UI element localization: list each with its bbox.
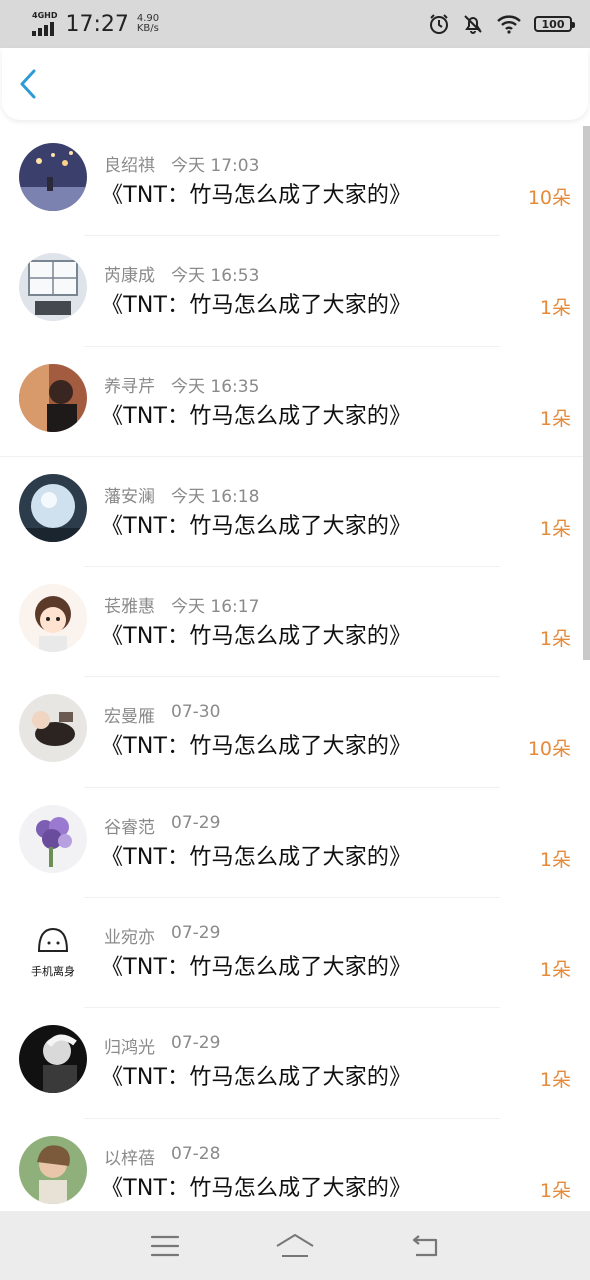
book-title: 《TNT：竹马怎么成了大家的》: [101, 183, 412, 208]
timestamp: 今天 16:17: [171, 597, 260, 618]
meta-line: 业宛亦 07-29: [104, 923, 220, 948]
alarm-icon: [430, 14, 448, 34]
network-label: 4GHD: [32, 11, 58, 20]
signal-icon: [32, 22, 54, 36]
list-item[interactable]: 谷睿范 07-29 《TNT：竹马怎么成了大家的》 1朵: [0, 788, 590, 899]
avatar[interactable]: [19, 804, 87, 873]
avatar[interactable]: [19, 584, 87, 653]
book-title: 《TNT：竹马怎么成了大家的》: [101, 1175, 412, 1201]
user-name: 宏曼雁: [104, 707, 155, 728]
user-name: 谷睿范: [104, 817, 155, 838]
avatar[interactable]: [19, 473, 87, 542]
book-title: 《TNT：竹马怎么成了大家的》: [101, 293, 412, 319]
clock: 17:27: [65, 11, 129, 37]
wifi-icon: [497, 15, 521, 34]
avatar[interactable]: 手机离身: [19, 915, 87, 984]
avatar[interactable]: [19, 363, 87, 432]
back-button[interactable]: [18, 66, 48, 102]
menu-icon: [150, 1235, 180, 1256]
timestamp: 07-30: [171, 702, 221, 723]
timestamp: 今天 16:53: [171, 266, 260, 287]
home-icon: [276, 1233, 314, 1257]
timestamp: 07-29: [171, 923, 221, 944]
user-name: 良绍祺: [104, 156, 155, 176]
book-title: 《TNT：竹马怎么成了大家的》: [101, 955, 412, 981]
flower-count: 1朵: [539, 297, 571, 320]
list-item[interactable]: 以梓蓓 07-28 《TNT：竹马怎么成了大家的》 1朵: [0, 1119, 590, 1211]
list-item[interactable]: 养寻芹 今天 16:35 《TNT：竹马怎么成了大家的》 1朵: [0, 347, 590, 457]
back-icon: [412, 1234, 438, 1256]
avatar[interactable]: [19, 694, 87, 763]
user-name: 养寻芹: [104, 376, 155, 397]
flower-count: 1朵: [539, 1069, 571, 1092]
user-name: 苌雅惠: [104, 597, 155, 618]
flower-count: 10朵: [527, 738, 571, 761]
user-name: 藩安澜: [104, 486, 155, 507]
avatar[interactable]: [19, 253, 87, 322]
user-name: 芮康成: [104, 266, 155, 287]
network-indicator: 4GHD: [32, 12, 57, 36]
speed-unit: KB/s: [136, 23, 159, 34]
gift-record-list: 良绍祺 今天 17:03 《TNT：竹马怎么成了大家的》 10朵 芮康成 今天 …: [0, 126, 590, 1211]
meta-line: 苌雅惠 今天 16:17: [104, 592, 259, 617]
battery-icon: 100: [534, 16, 575, 32]
flower-count: 1朵: [539, 628, 571, 651]
meta-line: 以梓蓓 07-28: [104, 1144, 220, 1169]
avatar[interactable]: [19, 143, 87, 211]
flower-count: 10朵: [527, 187, 571, 209]
list-item[interactable]: 良绍祺 今天 17:03 《TNT：竹马怎么成了大家的》 10朵: [0, 126, 590, 237]
timestamp: 07-29: [171, 1033, 221, 1054]
meta-line: 归鸿光 07-29: [104, 1033, 220, 1058]
book-title: 《TNT：竹马怎么成了大家的》: [101, 844, 412, 870]
list-item[interactable]: 宏曼雁 07-30 《TNT：竹马怎么成了大家的》 10朵: [0, 677, 590, 788]
meta-line: 良绍祺 今天 17:03: [104, 151, 259, 176]
list-item[interactable]: 苌雅惠 今天 16:17 《TNT：竹马怎么成了大家的》 1朵: [0, 567, 590, 678]
book-title: 《TNT：竹马怎么成了大家的》: [101, 734, 412, 760]
book-title: 《TNT：竹马怎么成了大家的》: [101, 624, 412, 650]
timestamp: 今天 16:35: [171, 376, 260, 397]
network-speed: 4.90 KB/s: [136, 13, 159, 35]
book-title: 《TNT：竹马怎么成了大家的》: [101, 403, 412, 429]
timestamp: 07-29: [171, 812, 221, 833]
scrollbar[interactable]: [583, 126, 590, 660]
user-name: 归鸿光: [104, 1038, 155, 1059]
avatar[interactable]: [19, 1025, 87, 1094]
menu-button[interactable]: [135, 1224, 195, 1268]
header: [2, 48, 588, 120]
flower-count: 1朵: [539, 517, 571, 540]
list-item[interactable]: 归鸿光 07-29 《TNT：竹马怎么成了大家的》 1朵: [0, 1008, 590, 1119]
book-title: 《TNT：竹马怎么成了大家的》: [101, 513, 412, 539]
list-item[interactable]: 手机离身 业宛亦 07-29 《TNT：竹马怎么成了大家的》 1朵: [0, 898, 590, 1009]
back-nav-button[interactable]: [395, 1224, 455, 1268]
user-name: 业宛亦: [104, 928, 155, 949]
avatar-text: 手机离身: [31, 964, 75, 978]
meta-line: 芮康成 今天 16:53: [104, 261, 259, 286]
book-title: 《TNT：竹马怎么成了大家的》: [101, 1065, 412, 1091]
flower-count: 1朵: [539, 407, 571, 430]
meta-line: 养寻芹 今天 16:35: [104, 372, 259, 397]
timestamp: 07-28: [171, 1143, 221, 1164]
flower-count: 1朵: [539, 959, 571, 982]
status-icons: 100: [428, 13, 575, 35]
timestamp: 今天 16:18: [171, 486, 260, 507]
list-item[interactable]: 藩安澜 今天 16:18 《TNT：竹马怎么成了大家的》 1朵: [0, 457, 590, 568]
list-item[interactable]: 芮康成 今天 16:53 《TNT：竹马怎么成了大家的》 1朵: [0, 236, 590, 347]
flower-count: 1朵: [539, 1179, 571, 1202]
meta-line: 谷睿范 07-29: [104, 813, 220, 838]
battery-level: 100: [541, 17, 565, 31]
mute-icon: [464, 15, 482, 34]
home-button[interactable]: [265, 1224, 325, 1268]
meta-line: 藩安澜 今天 16:18: [104, 482, 259, 507]
system-nav-bar: [0, 1211, 590, 1280]
chevron-left-icon: [20, 69, 36, 99]
flower-count: 1朵: [539, 848, 571, 871]
timestamp: 今天 17:03: [171, 156, 260, 176]
avatar[interactable]: [19, 1135, 87, 1204]
meta-line: 宏曼雁 07-30: [104, 702, 220, 727]
status-bar: 4GHD 17:27 4.90 KB/s 100: [0, 0, 590, 48]
user-name: 以梓蓓: [104, 1148, 155, 1169]
